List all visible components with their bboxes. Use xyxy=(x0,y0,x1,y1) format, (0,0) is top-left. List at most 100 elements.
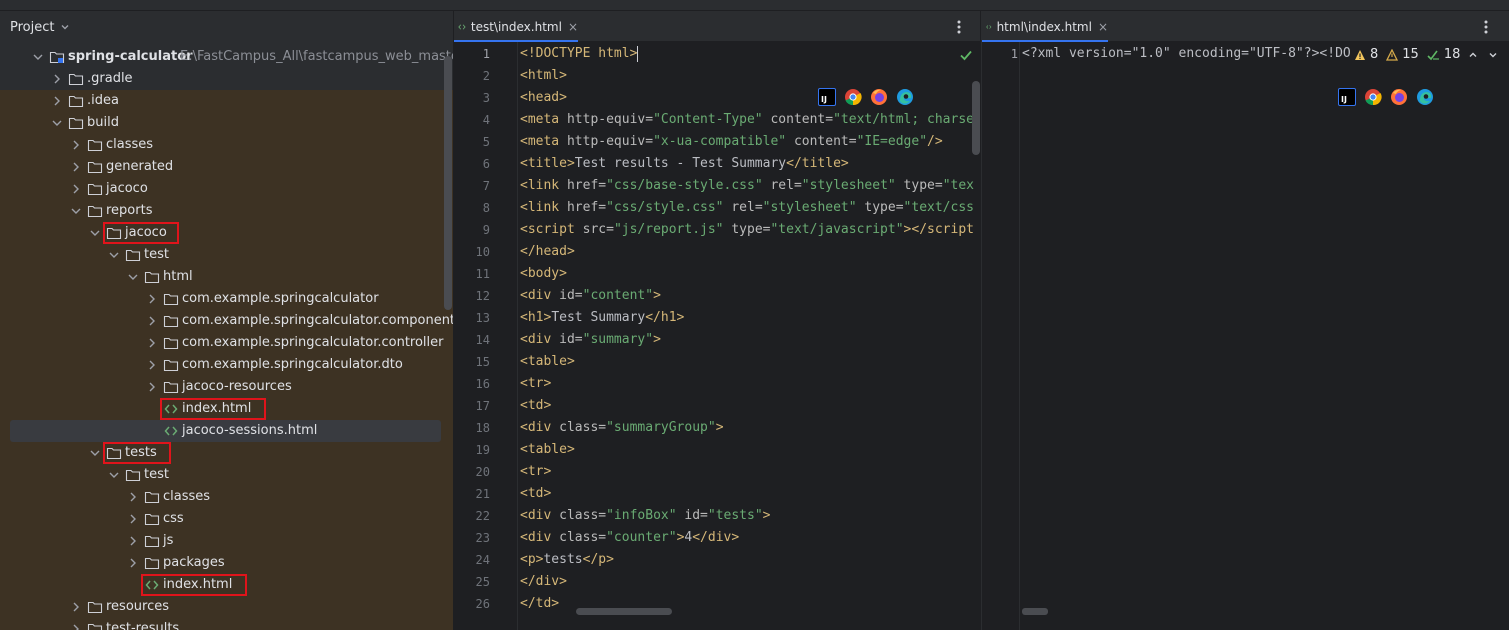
more-options-icon[interactable] xyxy=(956,19,962,35)
tree-folder-item[interactable]: spring-calculator E:\FastCampus_All\fastc… xyxy=(0,46,453,68)
chevron-down-icon[interactable] xyxy=(60,22,70,32)
code-line: <title>Test results - Test Summary</titl… xyxy=(520,156,849,171)
tree-folder-item[interactable]: html xyxy=(0,266,453,288)
tree-folder-item[interactable]: jacoco-resources xyxy=(0,376,453,398)
chevron-right-icon[interactable] xyxy=(70,139,82,151)
chevron-down-icon[interactable] xyxy=(108,469,120,481)
tree-folder-item[interactable]: com.example.springcalculator.dto xyxy=(0,354,453,376)
chevron-right-icon[interactable] xyxy=(146,315,158,327)
tree-folder-item[interactable]: .gradle xyxy=(0,68,453,90)
chevron-down-icon[interactable] xyxy=(127,271,139,283)
tree-folder-item[interactable]: jacoco xyxy=(0,222,453,244)
tree-folder-item[interactable]: test xyxy=(0,244,453,266)
chevron-down-icon[interactable] xyxy=(32,51,44,63)
tree-item-label: generated xyxy=(106,159,174,174)
chevron-right-icon[interactable] xyxy=(127,557,139,569)
folder-icon xyxy=(125,247,141,263)
code-line: <head> xyxy=(520,90,567,105)
chevron-right-icon[interactable] xyxy=(51,95,63,107)
chevron-down-icon[interactable] xyxy=(108,249,120,261)
chevron-down-icon[interactable] xyxy=(70,205,82,217)
code-area[interactable]: <!DOCTYPE html> <html> <head> <meta http-eq… xyxy=(520,42,980,622)
chevron-right-icon[interactable] xyxy=(146,337,158,349)
chevron-right-icon[interactable] xyxy=(127,491,139,503)
tree-item-label: jacoco-sessions.html xyxy=(182,423,318,438)
tree-folder-item[interactable]: build xyxy=(0,112,453,134)
tree-folder-item[interactable]: resources xyxy=(0,596,453,618)
editor-horizontal-scrollbar[interactable] xyxy=(576,608,672,615)
chrome-icon[interactable] xyxy=(844,88,862,106)
tree-folder-item[interactable]: com.example.springcalculator.controller xyxy=(0,332,453,354)
inspection-widget[interactable]: 8 15 18 xyxy=(1354,47,1498,62)
check-icon[interactable] xyxy=(959,48,973,62)
code-area[interactable]: <?xml version="1.0" encoding="UTF-8"?><!… xyxy=(1022,42,1354,622)
chevron-down-icon[interactable] xyxy=(89,447,101,459)
chrome-icon[interactable] xyxy=(1364,88,1382,106)
tree-file-item[interactable]: jacoco-sessions.html xyxy=(0,420,453,442)
highlight-box xyxy=(103,442,171,464)
firefox-icon[interactable] xyxy=(1390,88,1408,106)
project-scrollbar[interactable] xyxy=(444,56,452,310)
project-panel: Project spring-calculator E:\FastCampus_A… xyxy=(0,11,453,630)
tree-folder-item[interactable]: com.example.springcalculator xyxy=(0,288,453,310)
edge-icon[interactable] xyxy=(896,88,914,106)
line-number: 20 xyxy=(475,465,490,479)
intellij-browser-icon[interactable]: IJ xyxy=(818,88,836,106)
chevron-right-icon[interactable] xyxy=(146,359,158,371)
tree-folder-item[interactable]: generated xyxy=(0,156,453,178)
chevron-right-icon[interactable] xyxy=(70,601,82,613)
tree-folder-item[interactable]: com.example.springcalculator.component xyxy=(0,310,453,332)
edge-icon[interactable] xyxy=(1416,88,1434,106)
tree-item-label: js xyxy=(163,533,174,548)
editor-horizontal-scrollbar[interactable] xyxy=(1022,608,1048,615)
line-number: 25 xyxy=(475,575,490,589)
line-number: 4 xyxy=(482,113,490,127)
chevron-right-icon[interactable] xyxy=(51,73,63,85)
line-number: 1 xyxy=(1010,47,1018,61)
tree-folder-item[interactable]: js xyxy=(0,530,453,552)
tree-folder-item[interactable]: css xyxy=(0,508,453,530)
editor-vertical-scrollbar[interactable] xyxy=(972,81,980,155)
chevron-right-icon[interactable] xyxy=(127,513,139,525)
project-panel-title: Project xyxy=(10,19,55,35)
close-icon[interactable]: × xyxy=(568,20,578,34)
tree-folder-item[interactable]: .idea xyxy=(0,90,453,112)
browser-preview-bar: IJ xyxy=(1338,88,1434,106)
tree-folder-item[interactable]: test-results xyxy=(0,618,453,630)
line-number: 22 xyxy=(475,509,490,523)
more-options-icon[interactable] xyxy=(1483,19,1489,35)
title-bar xyxy=(0,0,1509,11)
tree-folder-item[interactable]: reports xyxy=(0,200,453,222)
close-icon[interactable]: × xyxy=(1098,20,1108,34)
chevron-up-icon[interactable] xyxy=(1468,50,1478,60)
chevron-down-icon[interactable] xyxy=(51,117,63,129)
tree-folder-item[interactable]: packages xyxy=(0,552,453,574)
chevron-down-icon[interactable] xyxy=(89,227,101,239)
chevron-right-icon[interactable] xyxy=(70,161,82,173)
intellij-browser-icon[interactable]: IJ xyxy=(1338,88,1356,106)
tab-html-index-html[interactable]: html\index.html × xyxy=(982,11,1108,42)
chevron-right-icon[interactable] xyxy=(70,623,82,630)
highlight-box xyxy=(160,398,266,420)
tree-folder-item[interactable]: classes xyxy=(0,486,453,508)
chevron-right-icon[interactable] xyxy=(146,293,158,305)
chevron-down-icon[interactable] xyxy=(1488,50,1498,60)
tree-file-item[interactable]: index.html xyxy=(0,574,453,596)
tree-folder-item[interactable]: classes xyxy=(0,134,453,156)
chevron-right-icon[interactable] xyxy=(127,535,139,547)
tab-test-index-html[interactable]: test\index.html × xyxy=(454,11,578,42)
project-panel-header[interactable]: Project xyxy=(0,11,453,43)
html-file-icon xyxy=(163,423,179,439)
firefox-icon[interactable] xyxy=(870,88,888,106)
tree-folder-item[interactable]: test xyxy=(0,464,453,486)
code-line: <tr> xyxy=(520,376,552,391)
tree-folder-item[interactable]: jacoco xyxy=(0,178,453,200)
tree-item-label: .gradle xyxy=(87,71,133,86)
tree-file-item[interactable]: index.html xyxy=(0,398,453,420)
chevron-right-icon[interactable] xyxy=(70,183,82,195)
tree-folder-item[interactable]: tests xyxy=(0,442,453,464)
folder-icon xyxy=(144,269,160,285)
code-line: <html> xyxy=(520,68,567,83)
chevron-right-icon[interactable] xyxy=(146,381,158,393)
highlight-box xyxy=(103,222,179,244)
